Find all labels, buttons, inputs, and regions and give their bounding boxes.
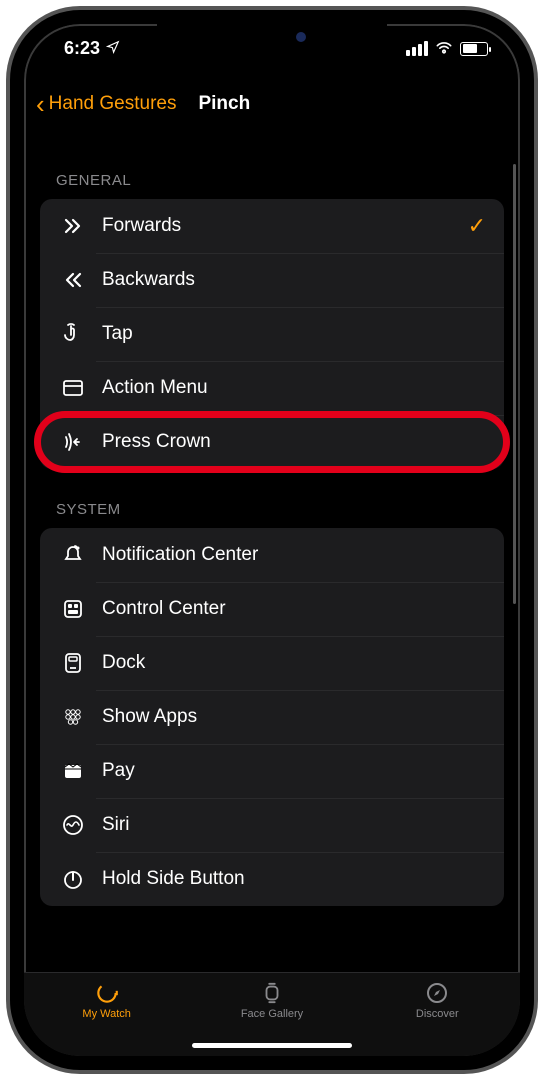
chevron-left-icon: ‹ [36,91,45,117]
action-menu-icon [58,376,88,400]
row-forwards[interactable]: Forwards ✓ [40,199,504,253]
tab-my-watch[interactable]: My Watch [25,981,189,1020]
section-header-general: GENERAL [24,128,520,199]
general-list: Forwards ✓ Backwards Tap Action Menu [40,199,504,469]
row-backwards[interactable]: Backwards [40,253,504,307]
signal-icon [406,41,428,56]
row-label: Backwards [102,269,486,291]
content-scroll[interactable]: GENERAL Forwards ✓ Backwards Tap [24,128,520,972]
wallet-icon [58,759,88,783]
tab-label: My Watch [82,1008,131,1020]
row-dock[interactable]: Dock [40,636,504,690]
page-title: Pinch [198,93,250,115]
row-label: Siri [102,814,486,836]
battery-icon [460,42,488,56]
row-label: Press Crown [102,431,486,453]
row-show-apps[interactable]: Show Apps [40,690,504,744]
press-crown-icon [58,430,88,454]
row-label: Tap [102,323,486,345]
row-label: Pay [102,760,486,782]
row-siri[interactable]: Siri [40,798,504,852]
tab-face-gallery[interactable]: Face Gallery [190,981,354,1020]
row-tap[interactable]: Tap [40,307,504,361]
face-gallery-icon [258,981,286,1005]
row-control-center[interactable]: Control Center [40,582,504,636]
tab-discover[interactable]: Discover [355,981,519,1020]
row-label: Notification Center [102,544,486,566]
notification-center-icon [58,543,88,567]
section-header-system: SYSTEM [24,469,520,528]
show-apps-icon [58,705,88,729]
control-center-icon [58,597,88,621]
row-label: Forwards [102,215,468,237]
row-hold-side-button[interactable]: Hold Side Button [40,852,504,906]
forwards-icon [58,214,88,238]
wifi-icon [434,38,454,59]
dock-icon [58,651,88,675]
scroll-indicator[interactable] [513,164,516,604]
row-label: Dock [102,652,486,674]
checkmark-icon: ✓ [468,213,486,239]
status-time: 6:23 [64,38,100,59]
notch [157,22,387,56]
row-label: Hold Side Button [102,868,486,890]
system-list: Notification Center Control Center Dock … [40,528,504,906]
my-watch-icon [93,981,121,1005]
location-icon [106,38,120,59]
back-label: Hand Gestures [49,93,177,115]
row-label: Show Apps [102,706,486,728]
power-icon [58,867,88,891]
back-button[interactable]: ‹ Hand Gestures [36,91,176,117]
nav-bar: ‹ Hand Gestures Pinch [24,80,520,128]
row-notification-center[interactable]: Notification Center [40,528,504,582]
tap-icon [58,322,88,346]
tab-label: Discover [416,1008,459,1020]
backwards-icon [58,268,88,292]
phone-frame: 6:23 ‹ Hand Gestures Pinch GENERAL [10,10,534,1070]
discover-icon [423,981,451,1005]
row-action-menu[interactable]: Action Menu [40,361,504,415]
home-indicator[interactable] [192,1043,352,1048]
row-press-crown[interactable]: Press Crown [40,415,504,469]
siri-icon [58,813,88,837]
tab-label: Face Gallery [241,1008,303,1020]
row-apple-pay[interactable]: Pay [40,744,504,798]
row-label: Action Menu [102,377,486,399]
row-label: Control Center [102,598,486,620]
